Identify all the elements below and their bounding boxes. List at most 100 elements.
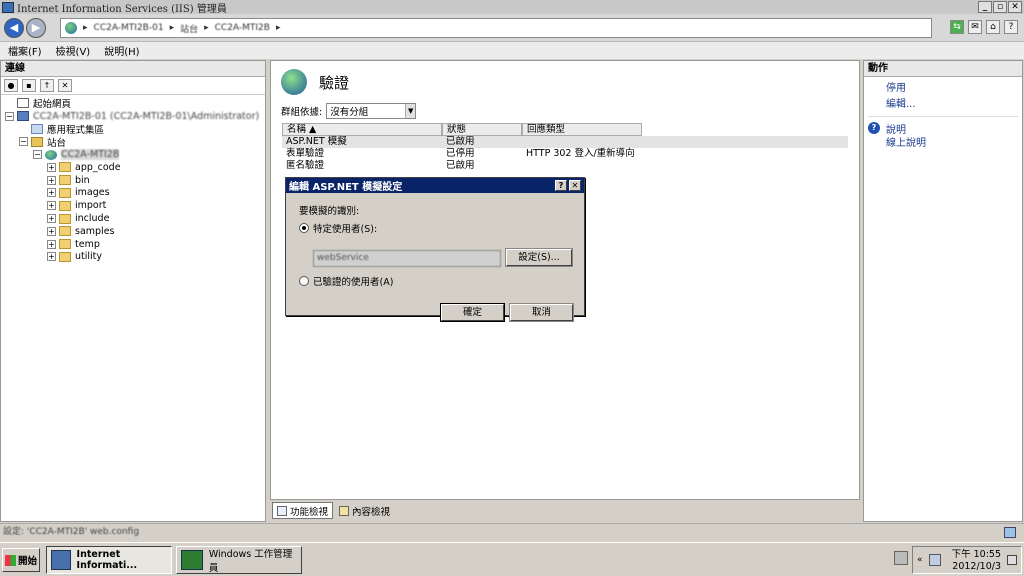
authenticated-user-option[interactable]: 已驗證的使用者(A) [299,274,393,288]
collapse-icon[interactable]: − [33,150,42,160]
disconnect-icon[interactable]: ✕ [58,79,72,92]
expand-icon[interactable]: + [47,201,56,211]
tray-expand-icon[interactable]: « [917,555,923,565]
dialog-close-button[interactable]: ✕ [569,180,581,191]
tree-node[interactable]: − 站台 [1,135,265,149]
taskbar: 開始 Internet Informati... Windows 工作管理員 «… [0,542,1024,576]
connect-icon[interactable]: ● [4,79,18,92]
column-status[interactable]: 狀態 [442,123,522,136]
connections-tree: 起始網頁 − CC2A-MTI2B-01 (CC2A-MTI2B-01\Admini… [1,95,265,263]
tab-features-view[interactable]: 功能檢視 [272,502,334,519]
tree-node-label: samples [75,225,115,237]
action-online-help[interactable]: 線上說明 [864,136,1022,152]
pool-icon [31,123,43,134]
tree-node[interactable]: + bin [1,174,265,187]
set-user-button[interactable]: 設定(S)... [505,248,573,267]
globe-icon [45,149,57,160]
column-name[interactable]: 名稱 ▲ [282,123,442,136]
tree-node-label: temp [75,238,100,250]
connections-toolbar: ● ▪ ↑ ✕ [1,77,265,95]
action-help[interactable]: ? 說明 [864,120,1022,136]
expand-icon[interactable]: + [47,175,56,185]
breadcrumb-sites[interactable]: 站台 [180,22,198,35]
collapse-icon[interactable]: − [5,111,14,121]
tree-node[interactable]: + app_code [1,161,265,174]
collapse-icon[interactable]: − [19,137,28,147]
menu-view[interactable]: 檢視(V) [56,43,91,58]
tree-node[interactable]: + samples [1,225,265,238]
tree-node-label: import [75,200,107,212]
tab-content-view[interactable]: 內容檢視 [335,502,394,519]
taskbar-item-task-manager[interactable]: Windows 工作管理員 [176,546,302,574]
address-breadcrumb[interactable]: ▸ CC2A-MTI2B-01 ▸ 站台 ▸ CC2A-MTI2B ▸ [60,18,932,38]
help-icon[interactable]: ? [1004,20,1018,34]
breadcrumb-server[interactable]: CC2A-MTI2B-01 [94,23,164,33]
globe-icon [65,22,77,34]
save-icon[interactable]: ▪ [22,79,36,92]
table-row[interactable]: 表單驗證 已停用 HTTP 302 登入/重新導向 [282,148,848,160]
expand-icon[interactable]: + [47,214,56,224]
table-row[interactable]: 匿名驗證 已啟用 [282,160,848,172]
window-controls: _ ▫ ✕ [978,1,1022,13]
expand-icon[interactable]: + [47,239,56,249]
tree-node-label: CC2A-MTI2B [61,149,120,161]
network-tray-icon[interactable] [929,554,941,566]
authentication-icon [281,69,307,95]
column-response[interactable]: 回應類型 [522,123,642,136]
page-title: 驗證 [319,73,350,92]
speaker-icon[interactable] [1007,555,1017,565]
expand-icon[interactable]: + [47,162,56,172]
action-disable[interactable]: 停用 [864,81,1022,97]
action-edit[interactable]: 編輯... [864,97,1022,113]
tree-node[interactable]: 起始網頁 [1,97,265,110]
folder-icon [59,187,71,198]
tree-node-label: 起始網頁 [33,99,72,111]
cancel-button[interactable]: 取消 [509,303,574,322]
dialog-title: 編輯 ASP.NET 模擬設定 [289,182,403,193]
tree-node[interactable]: + include [1,212,265,225]
cell-name: 匿名驗證 [286,160,325,171]
tree-node[interactable]: + utility [1,251,265,264]
tree-node-label: bin [75,174,90,186]
actions-header: 動作 [864,61,1022,77]
grid-header: 名稱 ▲ 狀態 回應類型 [282,123,848,136]
windows-flag-icon [5,554,16,566]
menu-file[interactable]: 檔案(F) [8,43,42,58]
specific-user-radio[interactable] [299,223,309,233]
ok-button[interactable]: 確定 [440,303,505,322]
mail-icon[interactable]: ✉ [968,20,982,34]
refresh-icon[interactable]: ⇆ [950,20,964,34]
clock[interactable]: 下午 10:55 2012/10/3 [952,549,1001,573]
specific-user-option[interactable]: 特定使用者(S): [299,221,377,235]
expand-icon[interactable]: + [47,188,56,198]
dialog-help-button[interactable]: ? [555,180,567,191]
server-icon [17,111,29,122]
forward-button[interactable]: ▶ [26,18,46,38]
printer-icon[interactable] [894,551,908,565]
tree-node[interactable]: + images [1,187,265,200]
close-button[interactable]: ✕ [1008,1,1022,13]
group-by-select[interactable]: 沒有分組 ▼ [326,103,417,119]
home-icon[interactable]: ⌂ [986,20,1000,34]
back-button[interactable]: ◀ [4,18,24,38]
breadcrumb-site[interactable]: CC2A-MTI2B [215,23,270,33]
tree-node[interactable]: 應用程式集區 [1,123,265,136]
tree-node[interactable]: − CC2A-MTI2B-01 (CC2A-MTI2B-01\Administra… [1,110,265,123]
start-button[interactable]: 開始 [2,548,40,572]
table-row[interactable]: ASP.NET 模擬 已啟用 [282,136,848,148]
taskbar-item-iis[interactable]: Internet Informati... [46,546,172,574]
expand-icon[interactable]: + [47,226,56,236]
menu-help[interactable]: 說明(H) [104,43,139,58]
specific-user-field[interactable]: webService [313,250,501,267]
cell-response [522,136,642,148]
tree-node[interactable]: − CC2A-MTI2B [1,148,265,161]
expand-icon[interactable]: + [47,252,56,262]
menu-bar: 檔案(F) 檢視(V) 說明(H) [0,42,1024,59]
iis-app-icon [2,1,14,13]
tree-node[interactable]: + import [1,199,265,212]
minimize-button[interactable]: _ [978,1,992,13]
restore-button[interactable]: ▫ [993,1,1007,13]
authenticated-user-radio[interactable] [299,276,309,286]
up-folder-icon[interactable]: ↑ [40,79,54,92]
tree-node[interactable]: + temp [1,238,265,251]
